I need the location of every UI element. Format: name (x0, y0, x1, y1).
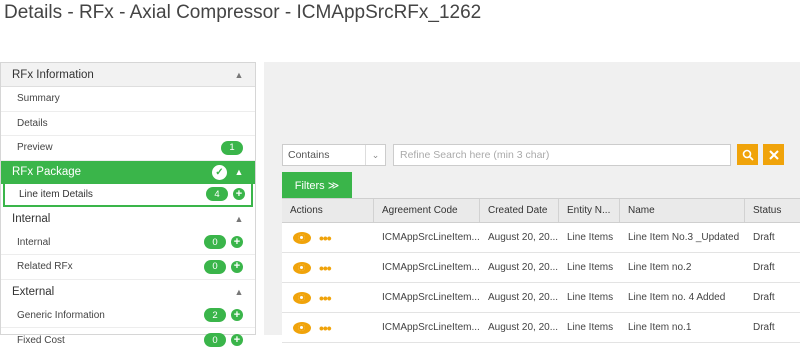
sidebar-item-label: Preview (17, 142, 53, 154)
more-options-icon[interactable]: ••• (319, 231, 332, 245)
section-internal[interactable]: Internal ▲ (1, 207, 255, 231)
chevron-down-icon[interactable]: ⌄ (365, 145, 385, 165)
sidebar-item-generic-information[interactable]: Generic Information 2 + (1, 304, 255, 328)
column-header-created-date[interactable]: Created Date (480, 199, 559, 222)
clear-search-button[interactable] (763, 144, 784, 165)
column-header-actions[interactable]: Actions (282, 199, 374, 222)
column-header-name[interactable]: Name (620, 199, 745, 222)
column-header-status[interactable]: Status (745, 199, 800, 222)
count-badge: 0 (204, 333, 226, 348)
table-row: ••• ICMAppSrcLineItem... August 20, 20..… (282, 313, 800, 343)
sidebar-item-internal[interactable]: Internal 0 + (1, 231, 255, 255)
chevron-up-icon[interactable]: ▲ (233, 214, 245, 224)
check-circle-icon: ✓ (212, 164, 227, 180)
search-input[interactable] (393, 144, 731, 166)
eye-icon[interactable] (293, 321, 311, 334)
add-icon[interactable]: + (231, 309, 243, 322)
page-title: Details - RFx - Axial Compressor - ICMAp… (4, 2, 482, 23)
sidebar-item-related-rfx[interactable]: Related RFx 0 + (1, 255, 255, 280)
add-icon[interactable]: + (231, 260, 243, 273)
add-icon[interactable]: + (231, 334, 243, 347)
cell-entity-name: Line Items (567, 232, 614, 243)
cell-agreement-code: ICMAppSrcLineItem... (382, 322, 480, 333)
count-badge: 4 (206, 187, 228, 201)
sidebar-item-line-item-details[interactable]: Line item Details 4 + (3, 183, 253, 207)
cell-created-date: August 20, 20... (488, 232, 559, 243)
sidebar-item-label: Internal (17, 236, 51, 248)
sidebar-item-label: Related RFx (17, 261, 73, 273)
left-sidebar: RFx Information ▲ Summary Details Previe… (0, 62, 256, 348)
section-external-label: External (12, 285, 55, 298)
sidebar-item-fixed-cost[interactable]: Fixed Cost 0 + (1, 328, 255, 353)
chevron-up-icon[interactable]: ▲ (233, 287, 245, 297)
more-options-icon[interactable]: ••• (319, 261, 332, 275)
cell-agreement-code: ICMAppSrcLineItem... (382, 292, 480, 303)
column-header-entity-name[interactable]: Entity N... (559, 199, 620, 222)
cell-status: Draft (753, 262, 775, 273)
sidebar-item-label: Generic Information (17, 309, 105, 321)
sidebar-item-summary[interactable]: Summary (1, 87, 255, 112)
table-row: ••• ICMAppSrcLineItem... August 20, 20..… (282, 253, 800, 283)
sidebar-item-label: Fixed Cost (17, 334, 65, 346)
eye-icon[interactable] (293, 231, 311, 244)
cell-entity-name: Line Items (567, 292, 614, 303)
count-badge: 0 (204, 235, 226, 250)
cell-entity-name: Line Items (567, 262, 614, 273)
cell-entity-name: Line Items (567, 322, 614, 333)
search-button[interactable] (737, 144, 758, 165)
cell-created-date: August 20, 20... (488, 292, 559, 303)
section-rfx-information-label: RFx Information (12, 68, 94, 81)
sidebar-item-details[interactable]: Details (1, 112, 255, 136)
filter-operator-value: Contains (288, 149, 330, 161)
chevron-up-icon[interactable]: ▲ (233, 70, 245, 80)
cell-agreement-code: ICMAppSrcLineItem... (382, 232, 480, 243)
section-external[interactable]: External ▲ (1, 280, 255, 304)
sidebar-item-preview[interactable]: Preview 1 (1, 136, 255, 161)
table-header: Actions Agreement Code Created Date Enti… (282, 198, 800, 223)
cell-name: Line Item No.3 _Updated (628, 232, 740, 243)
search-icon (742, 149, 754, 161)
main-panel: Contains ⌄ Filters ≫ Actions Agreement C… (264, 62, 800, 343)
table-row: ••• ICMAppSrcLineItem... August 20, 20..… (282, 223, 800, 253)
section-rfx-package-label: RFx Package (12, 166, 82, 178)
cell-created-date: August 20, 20... (488, 262, 559, 273)
add-icon[interactable]: + (231, 236, 243, 249)
filters-button[interactable]: Filters ≫ (282, 172, 352, 198)
close-icon (768, 149, 779, 160)
chevron-up-icon[interactable]: ▲ (233, 167, 245, 177)
cell-agreement-code: ICMAppSrcLineItem... (382, 262, 480, 273)
sidebar-item-label: Line item Details (19, 188, 93, 200)
column-header-agreement-code[interactable]: Agreement Code (374, 199, 480, 222)
count-badge: 2 (204, 308, 226, 323)
eye-icon[interactable] (293, 261, 311, 274)
section-rfx-package[interactable]: RFx Package ✓ ▲ (1, 160, 255, 184)
cell-name: Line Item no.1 (628, 322, 692, 333)
cell-name: Line Item no. 4 Added (628, 292, 726, 303)
add-icon[interactable]: + (233, 188, 245, 200)
sidebar-item-label: Details (17, 117, 48, 129)
table-row: ••• ICMAppSrcLineItem... August 20, 20..… (282, 283, 800, 313)
more-options-icon[interactable]: ••• (319, 321, 332, 335)
cell-status: Draft (753, 232, 775, 243)
count-badge: 1 (221, 140, 243, 155)
more-options-icon[interactable]: ••• (319, 291, 332, 305)
count-badge: 0 (204, 259, 226, 274)
eye-icon[interactable] (293, 291, 311, 304)
section-internal-label: Internal (12, 212, 51, 225)
cell-name: Line Item no.2 (628, 262, 692, 273)
filter-operator-select[interactable]: Contains ⌄ (282, 144, 386, 166)
section-rfx-information[interactable]: RFx Information ▲ (1, 63, 255, 87)
cell-created-date: August 20, 20... (488, 322, 559, 333)
cell-status: Draft (753, 322, 775, 333)
cell-status: Draft (753, 292, 775, 303)
sidebar-item-label: Summary (17, 93, 60, 105)
line-items-table: Actions Agreement Code Created Date Enti… (282, 198, 800, 343)
